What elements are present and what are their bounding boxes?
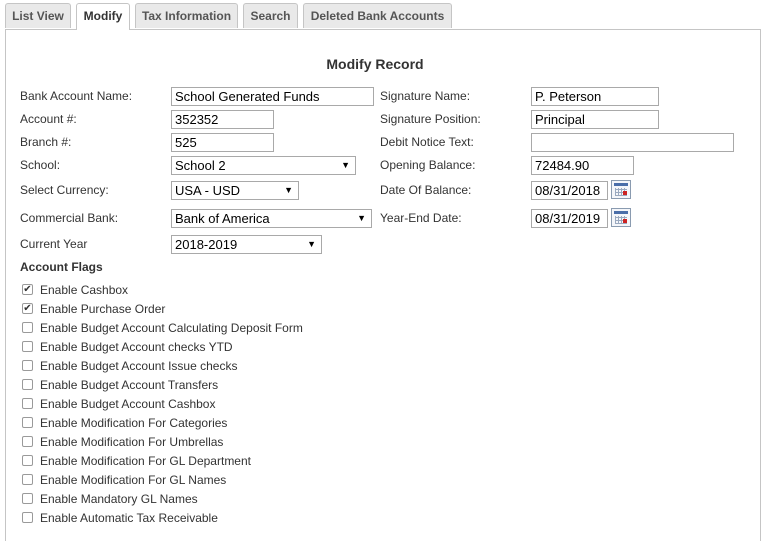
current-year-select-value: 2018-2019 [175, 237, 238, 252]
flag-label: Enable Modification For Umbrellas [40, 435, 224, 449]
opening-balance-input[interactable]: 72484.90 [531, 156, 634, 175]
signature-position-label: Signature Position: [380, 112, 481, 126]
bank-account-name-label: Bank Account Name: [20, 89, 133, 103]
debit-notice-text-label: Debit Notice Text: [380, 135, 474, 149]
signature-position-input[interactable]: Principal [531, 110, 659, 129]
checkbox[interactable] [22, 512, 33, 523]
flag-label: Enable Budget Account Issue checks [40, 359, 238, 373]
checkbox[interactable] [22, 379, 33, 390]
checkbox[interactable] [22, 322, 33, 333]
account-number-label: Account #: [20, 112, 77, 126]
tab-bar: List View Modify Tax Information Search … [0, 0, 766, 30]
tab-modify[interactable]: Modify [76, 3, 130, 30]
branch-number-input[interactable]: 525 [171, 133, 274, 152]
year-end-date-label: Year-End Date: [380, 211, 462, 225]
tab-tax-information[interactable]: Tax Information [135, 3, 238, 28]
chevron-down-icon: ▼ [284, 185, 293, 195]
flag-label: Enable Mandatory GL Names [40, 492, 198, 506]
bank-account-name-input[interactable]: School Generated Funds [171, 87, 374, 106]
branch-number-label: Branch #: [20, 135, 72, 149]
commercial-bank-select[interactable]: Bank of America ▼ [171, 209, 372, 228]
tab-search[interactable]: Search [243, 3, 298, 28]
account-flags-heading: Account Flags [20, 260, 103, 274]
flag-label: Enable Budget Account Cashbox [40, 397, 216, 411]
year-end-date-input[interactable]: 08/31/2019 [531, 209, 608, 228]
currency-label: Select Currency: [20, 183, 109, 197]
debit-notice-text-input[interactable] [531, 133, 734, 152]
checkbox[interactable] [22, 455, 33, 466]
checkbox[interactable] [22, 474, 33, 485]
tab-list-view[interactable]: List View [5, 3, 71, 28]
flag-label: Enable Budget Account Calculating Deposi… [40, 321, 303, 335]
flag-label: Enable Cashbox [40, 283, 129, 297]
current-year-label: Current Year [20, 237, 88, 251]
checkbox[interactable] [22, 398, 33, 409]
commercial-bank-label: Commercial Bank: [20, 211, 119, 225]
checkmark-icon[interactable]: ✔ [22, 284, 33, 295]
date-of-balance-input[interactable]: 08/31/2018 [531, 181, 608, 200]
signature-name-input[interactable]: P. Peterson [531, 87, 659, 106]
calendar-icon[interactable] [611, 180, 631, 199]
flag-label: Enable Modification For GL Department [40, 454, 251, 468]
checkmark-icon[interactable]: ✔ [22, 303, 33, 314]
form-title: Modify Record [326, 56, 424, 72]
flag-label: Enable Budget Account checks YTD [40, 340, 233, 354]
signature-name-label: Signature Name: [380, 89, 471, 103]
flag-label: Enable Modification For Categories [40, 416, 228, 430]
school-select[interactable]: School 2 ▼ [171, 156, 356, 175]
flag-label: Enable Budget Account Transfers [40, 378, 219, 392]
flag-label: Enable Automatic Tax Receivable [40, 511, 218, 525]
checkbox[interactable] [22, 360, 33, 371]
commercial-bank-select-value: Bank of America [175, 211, 270, 226]
chevron-down-icon: ▼ [307, 239, 316, 249]
school-select-value: School 2 [175, 158, 226, 173]
flag-label: Enable Modification For GL Names [40, 473, 227, 487]
tab-deleted-bank-accounts[interactable]: Deleted Bank Accounts [303, 3, 452, 28]
checkbox[interactable] [22, 493, 33, 504]
flag-label: Enable Purchase Order [40, 302, 166, 316]
checkbox[interactable] [22, 417, 33, 428]
date-of-balance-label: Date Of Balance: [380, 183, 472, 197]
chevron-down-icon: ▼ [341, 160, 350, 170]
school-label: School: [20, 158, 61, 172]
currency-select[interactable]: USA - USD ▼ [171, 181, 299, 200]
account-number-input[interactable]: 352352 [171, 110, 274, 129]
checkbox[interactable] [22, 341, 33, 352]
currency-select-value: USA - USD [175, 183, 241, 198]
calendar-icon[interactable] [611, 208, 631, 227]
opening-balance-label: Opening Balance: [380, 158, 476, 172]
checkbox[interactable] [22, 436, 33, 447]
chevron-down-icon: ▼ [357, 213, 366, 223]
current-year-select[interactable]: 2018-2019 ▼ [171, 235, 322, 254]
